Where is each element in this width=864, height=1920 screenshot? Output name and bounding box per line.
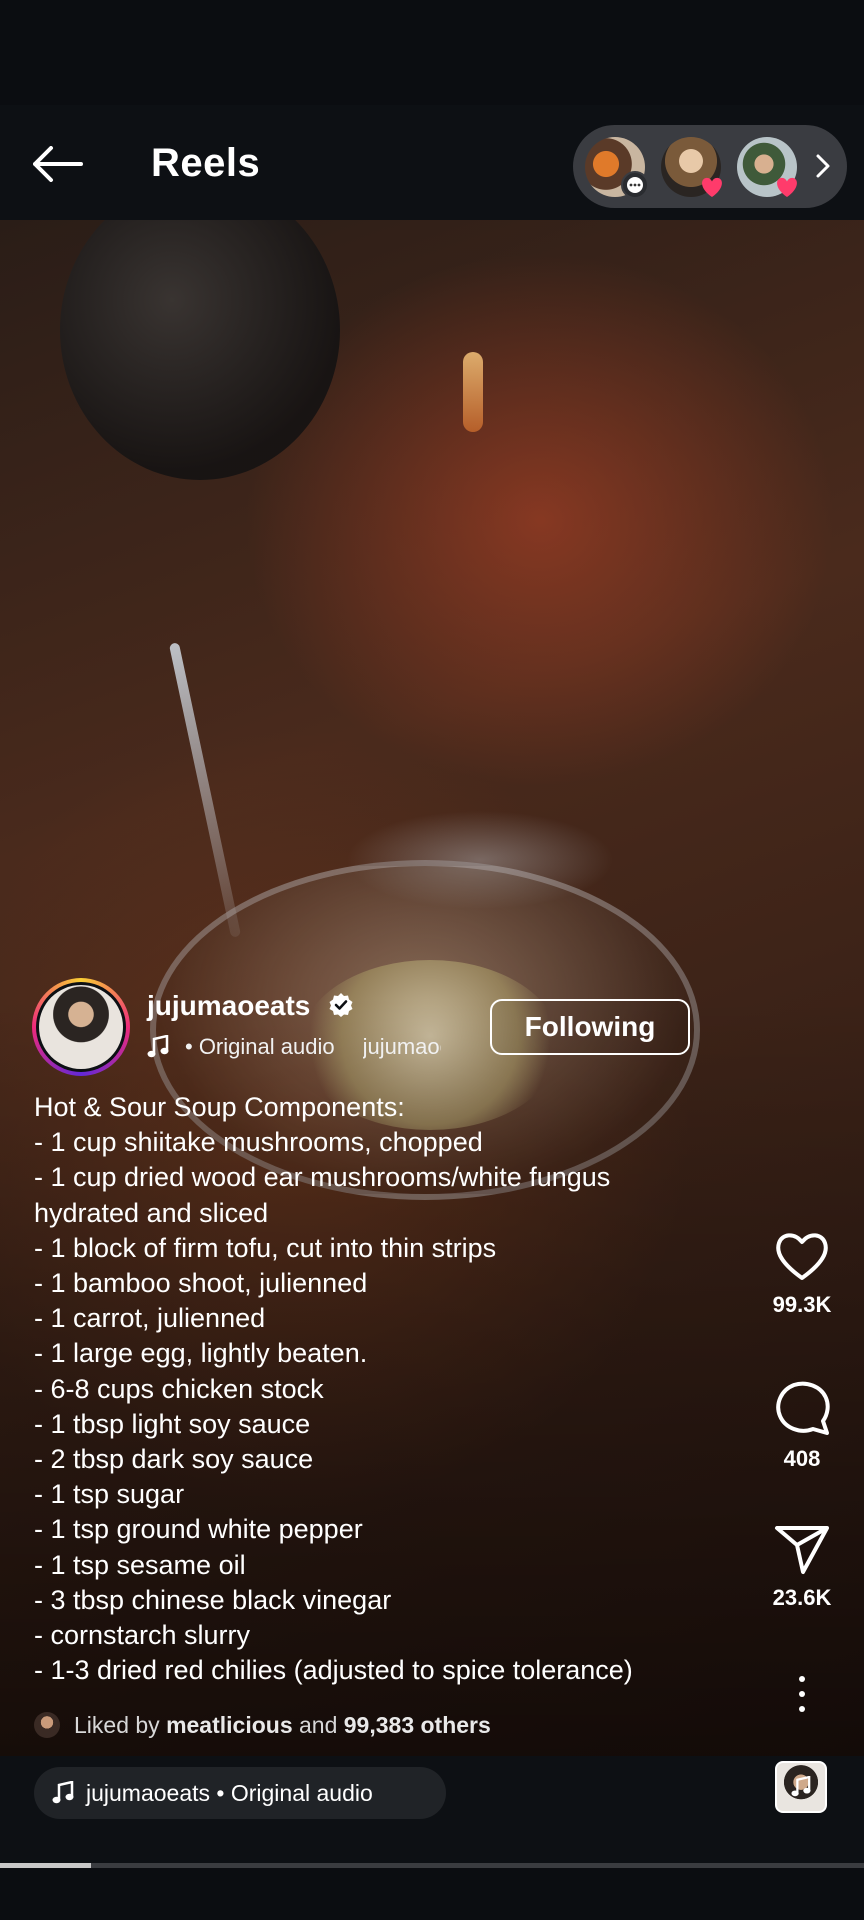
- audio-label: • Original audio: [185, 1034, 335, 1059]
- caption-line: - 1 carrot, julienned: [34, 1303, 266, 1334]
- caption[interactable]: Hot & Sour Soup Components: - 1 cup shii…: [34, 1090, 734, 1688]
- comment-badge-icon: [621, 171, 649, 199]
- video-candle-light: [463, 352, 483, 432]
- audio-thumbnail-button[interactable]: [775, 1761, 827, 1813]
- comment-bubble-icon: [776, 1381, 830, 1435]
- caption-line: - 1 bamboo shoot, julienned: [34, 1268, 368, 1299]
- author-row: jujumaoeats • Original audio jujumaoeats…: [32, 978, 852, 1078]
- liked-by-user[interactable]: meatlicious: [166, 1712, 293, 1739]
- like-button[interactable]: [760, 1230, 844, 1282]
- music-note-icon: [52, 1781, 74, 1804]
- friends-activity-pill[interactable]: [573, 125, 847, 208]
- caption-line: hydrated and sliced: [34, 1197, 269, 1228]
- music-note-icon: [791, 1776, 811, 1797]
- comment-count: 408: [783, 1446, 821, 1471]
- share-count: 23.6K: [772, 1585, 832, 1610]
- author-username[interactable]: jujumaoeats: [147, 990, 310, 1022]
- more-options-button[interactable]: [782, 1672, 822, 1716]
- audio-marquee-text: jujumaoeats: [362, 1034, 441, 1059]
- more-dot: [799, 1691, 805, 1697]
- chevron-right-icon: [816, 154, 830, 178]
- top-bar: Reels: [0, 105, 864, 220]
- heart-icon: [776, 1233, 828, 1280]
- caption-line: - 1 cup dried wood ear mushrooms/white f…: [34, 1162, 611, 1193]
- more-dot: [799, 1706, 805, 1712]
- video-kettle: [60, 220, 340, 480]
- bottom-bar: jujumaoeats • Original audio: [0, 1756, 864, 1864]
- verified-badge-icon: [329, 993, 353, 1017]
- status-bar-area: [0, 0, 864, 105]
- comment-button[interactable]: [760, 1380, 844, 1436]
- caption-line: - 1 large egg, lightly beaten.: [34, 1338, 368, 1369]
- caption-line: - 1 tsp ground white pepper: [34, 1514, 363, 1545]
- music-note-icon: [147, 1035, 169, 1058]
- following-button[interactable]: Following: [490, 999, 690, 1055]
- back-arrow-icon: [33, 146, 83, 182]
- liked-by-middle: and: [299, 1711, 338, 1738]
- liker-avatar: [34, 1712, 60, 1738]
- back-button[interactable]: [30, 142, 86, 186]
- audio-info[interactable]: • Original audio jujumaoeats: [147, 1034, 441, 1060]
- caption-line: - 1 tsp sugar: [34, 1479, 185, 1510]
- caption-line: - 1 cup shiitake mushrooms, chopped: [34, 1127, 483, 1158]
- video-water-stream: [168, 642, 242, 938]
- caption-line: - 3 tbsp chinese black vinegar: [34, 1584, 392, 1615]
- caption-line: - 6-8 cups chicken stock: [34, 1373, 324, 1404]
- more-dot: [799, 1676, 805, 1682]
- page-title: Reels: [151, 141, 261, 185]
- caption-line: - cornstarch slurry: [34, 1620, 251, 1651]
- like-action: 99.3K: [760, 1230, 844, 1318]
- liked-by-row[interactable]: Liked by meatlicious and 99,383 others: [34, 1710, 491, 1740]
- caption-line: - 1 tsp sesame oil: [34, 1549, 246, 1580]
- caption-line: Hot & Sour Soup Components:: [34, 1092, 405, 1122]
- video-progress-fill: [0, 1863, 91, 1868]
- caption-line: - 2 tbsp dark soy sauce: [34, 1444, 314, 1475]
- audio-pill-label: jujumaoeats • Original audio: [86, 1779, 373, 1806]
- liked-by-others[interactable]: 99,383 others: [344, 1712, 491, 1739]
- heart-badge-icon: [773, 173, 801, 201]
- author-avatar[interactable]: [32, 978, 130, 1076]
- liked-by-prefix: Liked by: [74, 1711, 160, 1738]
- share-action: 23.6K: [760, 1525, 844, 1611]
- caption-line: - 1-3 dried red chilies (adjusted to spi…: [34, 1655, 633, 1686]
- like-count: 99.3K: [772, 1292, 832, 1317]
- comment-action: 408: [760, 1380, 844, 1472]
- share-button[interactable]: [760, 1525, 844, 1575]
- caption-line: - 1 tbsp light soy sauce: [34, 1408, 311, 1439]
- send-paper-plane-icon: [775, 1526, 829, 1574]
- caption-line: - 1 block of firm tofu, cut into thin st…: [34, 1232, 497, 1263]
- heart-badge-icon: [698, 173, 726, 201]
- video-progress-bar[interactable]: [0, 1863, 864, 1868]
- audio-pill-button[interactable]: jujumaoeats • Original audio: [34, 1767, 446, 1819]
